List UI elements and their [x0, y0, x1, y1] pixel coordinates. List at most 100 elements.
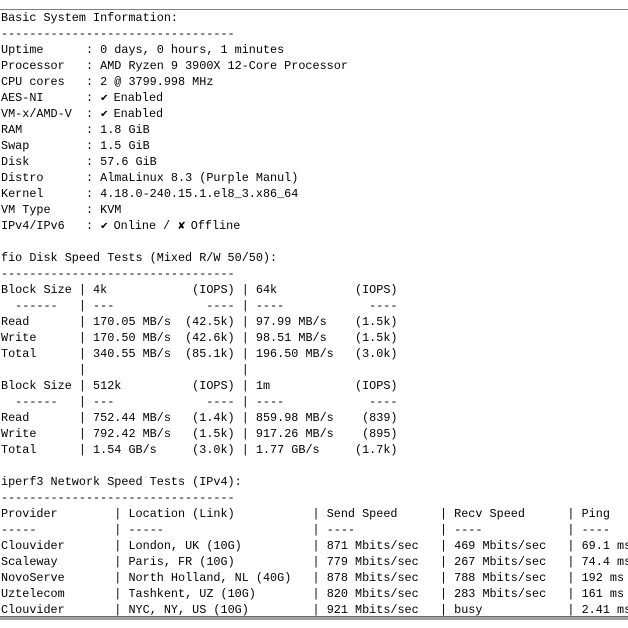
table-cell: NovoServe [1, 571, 108, 585]
iperf-row: Clouvider | London, UK (10G) | 871 Mbits… [1, 538, 628, 554]
table-cell: Uztelecom [1, 587, 108, 601]
fio-title: fio Disk Speed Tests (Mixed R/W 50/50): [1, 251, 278, 265]
info-row: Processor : AMD Ryzen 9 3900X 12-Core Pr… [1, 59, 348, 73]
section-rule: --------------------------------- [1, 490, 628, 506]
field-value: 57.6 GiB [100, 155, 157, 169]
table-cell: 161 ms [581, 587, 625, 601]
speed-cell: 196.50 MB/s (3.0k) [255, 347, 398, 361]
divider: --------------------------------- [1, 491, 235, 505]
field-label: CPU cores [1, 75, 86, 89]
dash: ---- [581, 523, 610, 537]
field-label: Distro [1, 171, 86, 185]
speed-cell: 1.77 GB/s (1.7k) [255, 443, 398, 457]
row-label: Write [1, 331, 72, 345]
field-label: Disk [1, 155, 86, 169]
iperf-row: NovoServe | North Holland, NL (40G) | 87… [1, 571, 625, 585]
terminal-bottom-border [0, 616, 628, 620]
section-title: Basic System Information: [1, 10, 628, 26]
info-row: Distro : AlmaLinux 8.3 (Purple Manul) [1, 171, 299, 185]
field-value: 1.8 GiB [100, 123, 150, 137]
speed-cell: 170.50 MB/s (42.6k) [93, 331, 235, 345]
info-row: VM Type : KVM [1, 203, 122, 217]
section-title: fio Disk Speed Tests (Mixed R/W 50/50): [1, 250, 628, 266]
fio-spacer-row: | | [1, 363, 256, 377]
column-header: Block Size [1, 283, 72, 297]
column-header: Block Size [1, 379, 72, 393]
info-row: Disk : 57.6 GiB [1, 155, 157, 169]
column-header: Ping [581, 507, 610, 521]
table-cell: 820 Mbits/sec [326, 587, 433, 601]
info-row: CPU cores : 2 @ 3799.998 MHz [1, 75, 214, 89]
column-header: Location (Link) [128, 507, 306, 521]
table-cell: Clouvider [1, 539, 108, 553]
fio-row: Write | 792.42 MB/s (1.5k) | 917.26 MB/s… [1, 427, 398, 441]
block-size-header: 1m (IOPS) [255, 379, 398, 393]
fio-row: Read | 170.05 MB/s (42.5k) | 97.99 MB/s … [1, 315, 398, 329]
block-size-header: 512k (IOPS) [93, 379, 235, 393]
info-row: Uptime : 0 days, 0 hours, 1 minutes [1, 43, 285, 57]
table-cell: NYC, NY, US (10G) [128, 603, 306, 616]
speed-cell: 170.05 MB/s (42.5k) [93, 315, 235, 329]
table-cell: North Holland, NL (40G) [128, 571, 306, 585]
table-cell: 921 Mbits/sec [326, 603, 433, 616]
row-label: Read [1, 315, 72, 329]
table-cell: 779 Mbits/sec [326, 555, 433, 569]
speed-cell: 917.26 MB/s (895) [255, 427, 398, 441]
table-cell: Tashkent, UZ (10G) [128, 587, 306, 601]
field-value: Enabled [113, 107, 164, 121]
column-header: Send Speed [326, 507, 433, 521]
table-cell: 283 Mbits/sec [454, 587, 561, 601]
table-cell: 267 Mbits/sec [454, 555, 561, 569]
speed-cell: 859.98 MB/s (839) [255, 411, 398, 425]
info-row: VM-x/AMD-V : ✔ Enabled [1, 107, 164, 121]
table-cell: 469 Mbits/sec [454, 539, 561, 553]
table-cell: busy [454, 603, 561, 616]
table-cell: London, UK (10G) [128, 539, 306, 553]
divider: --------------------------------- [1, 27, 235, 41]
table-cell: 878 Mbits/sec [326, 571, 433, 585]
speed-cell: 340.55 MB/s (85.1k) [93, 347, 235, 361]
table-cell: 871 Mbits/sec [326, 539, 433, 553]
fio-dash-row: ------ | --- ---- | ---- ---- [1, 299, 398, 313]
field-label: VM Type [1, 203, 86, 217]
fio-row: Read | 752.44 MB/s (1.4k) | 859.98 MB/s … [1, 411, 398, 425]
fio-dash-row: ------ | --- ---- | ---- ---- [1, 395, 398, 409]
terminal-output[interactable]: Basic System Information: ---------------… [1, 10, 628, 616]
field-value: KVM [100, 203, 122, 217]
speed-cell: 752.44 MB/s (1.4k) [93, 411, 235, 425]
row-label: Write [1, 427, 72, 441]
speed-cell: 1.54 GB/s (3.0k) [93, 443, 235, 457]
field-value: Online [113, 219, 157, 233]
table-cell: Clouvider [1, 603, 108, 616]
iperf-title: iperf3 Network Speed Tests (IPv4): [1, 475, 242, 489]
field-label: IPv4/IPv6 [1, 219, 86, 233]
iperf-row: Clouvider | NYC, NY, US (10G) | 921 Mbit… [1, 602, 628, 616]
field-value: AlmaLinux 8.3 (Purple Manul) [100, 171, 299, 185]
table-cell: 2.41 ms [581, 603, 628, 616]
fio-header-row: Block Size | 4k (IOPS) | 64k (IOPS) [1, 283, 398, 297]
fio-header-row: Block Size | 512k (IOPS) | 1m (IOPS) [1, 379, 398, 393]
dash: ----- [1, 523, 108, 537]
field-label: Kernel [1, 187, 86, 201]
info-row: RAM : 1.8 GiB [1, 123, 150, 137]
dash: ---- [454, 523, 561, 537]
fio-row: Total | 340.55 MB/s (85.1k) | 196.50 MB/… [1, 347, 398, 361]
info-row: AES-NI : ✔ Enabled [1, 91, 164, 105]
field-label: Swap [1, 139, 86, 153]
field-value: AMD Ryzen 9 3900X 12-Core Processor [100, 59, 348, 73]
field-value: 2 @ 3799.998 MHz [100, 75, 214, 89]
field-label: AES-NI [1, 91, 86, 105]
section-rule: --------------------------------- [1, 266, 628, 282]
speed-cell: 97.99 MB/s (1.5k) [255, 315, 398, 329]
dash: ---- [326, 523, 433, 537]
row-label: Total [1, 443, 72, 457]
column-header: Provider [1, 507, 108, 521]
speed-cell: 98.51 MB/s (1.5k) [255, 331, 398, 345]
table-cell: 74.4 ms [581, 555, 628, 569]
iperf-header-row: Provider | Location (Link) | Send Speed … [1, 507, 610, 521]
field-value: 1.5 GiB [100, 139, 150, 153]
info-row: IPv4/IPv6 : ✔ Online / ✘ Offline [1, 219, 241, 233]
table-cell: 69.1 ms [581, 539, 628, 553]
